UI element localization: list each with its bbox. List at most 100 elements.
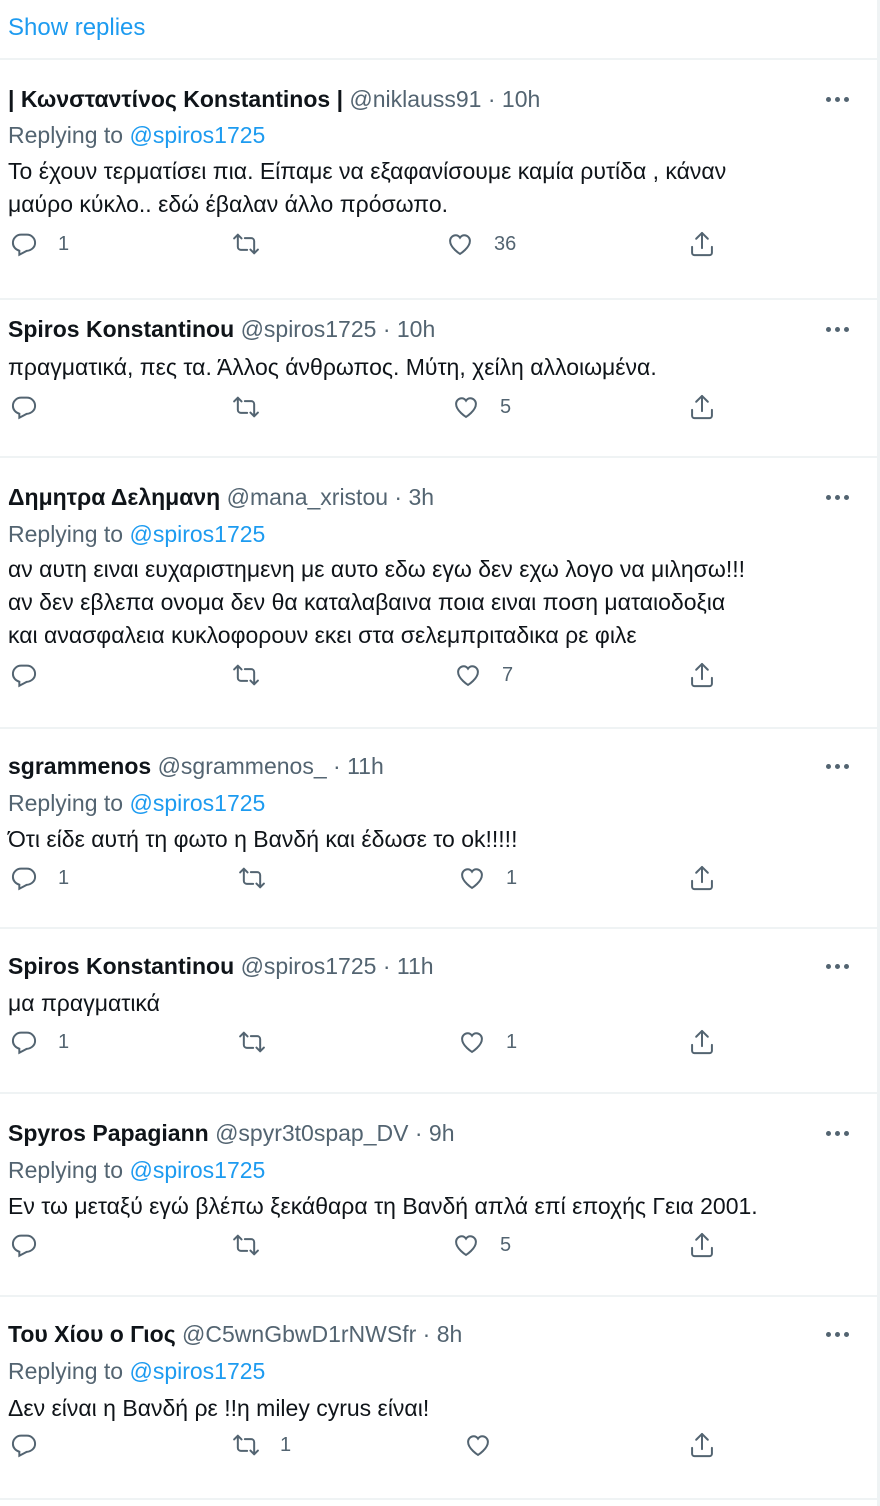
author-name[interactable]: Δημητρα Δελημανη [8, 484, 220, 510]
reply-button[interactable]: 1 [10, 1027, 69, 1057]
author-name[interactable]: Του Χίου ο Γιος [8, 1321, 176, 1347]
like-icon [452, 393, 480, 421]
tweet-time[interactable]: 11h [347, 753, 384, 779]
reply-button[interactable] [10, 1430, 58, 1460]
retweet-button[interactable]: 1 [232, 1430, 291, 1460]
reply-button[interactable]: 1 [10, 863, 69, 893]
author-handle[interactable]: @spiros1725 [241, 316, 377, 342]
author-name[interactable]: Spyros Papagiann [8, 1120, 209, 1146]
more-icon[interactable] [826, 482, 849, 512]
like-button[interactable]: 36 [446, 229, 516, 259]
mention-link[interactable]: @spiros1725 [129, 1358, 265, 1384]
retweet-button[interactable] [238, 1027, 286, 1057]
tweet-time[interactable]: 8h [437, 1321, 463, 1347]
reply-button[interactable] [10, 1230, 58, 1260]
reply-icon [10, 393, 38, 421]
retweet-icon [232, 1431, 260, 1459]
tweet-text-line: Δεν είναι η Βανδή ρε !!η miley cyrus είν… [8, 1395, 430, 1421]
reply-icon [10, 1431, 38, 1459]
share-button[interactable] [688, 1430, 716, 1460]
retweet-button[interactable] [232, 392, 280, 422]
retweet-button[interactable] [232, 1230, 280, 1260]
like-button[interactable]: 1 [458, 863, 517, 893]
share-button[interactable] [688, 1027, 716, 1057]
more-icon[interactable] [826, 1118, 849, 1148]
share-button[interactable] [688, 229, 716, 259]
tweet-header: | Κωνσταντίνος Konstantinos | @niklauss9… [8, 84, 540, 114]
tweet[interactable]: Δημητρα Δελημανη @mana_xristou · 3h Reply… [0, 458, 877, 729]
tweet-text: πραγματικά, πες τα. Άλλος άνθρωπος. Μύτη… [8, 351, 858, 384]
tweet[interactable]: Spyros Papagiann @spyr3t0spap_DV · 9h Rep… [0, 1094, 877, 1297]
like-button[interactable]: 5 [452, 392, 511, 422]
author-name[interactable]: | Κωνσταντίνος Konstantinos | [8, 86, 343, 112]
share-button[interactable] [688, 392, 716, 422]
tweet[interactable]: | Κωνσταντίνος Konstantinos | @niklauss9… [0, 60, 877, 300]
author-name[interactable]: Spiros Konstantinou [8, 316, 234, 342]
tweet-time[interactable]: 9h [429, 1120, 455, 1146]
author-handle[interactable]: @spyr3t0spap_DV [215, 1120, 408, 1146]
reply-button[interactable]: 1 [10, 229, 69, 259]
mention-link[interactable]: @spiros1725 [129, 122, 265, 148]
retweet-icon [238, 1028, 266, 1056]
tweet-text-line: Ότι είδε αυτή τη φωτο η Βανδή και έδωσε … [8, 826, 518, 852]
author-handle[interactable]: @C5wnGbwD1rNWSfr [182, 1321, 416, 1347]
more-icon[interactable] [826, 751, 849, 781]
more-icon[interactable] [826, 84, 849, 114]
tweet-time[interactable]: 3h [408, 484, 434, 510]
replying-prefix: Replying to [8, 1157, 124, 1183]
author-name[interactable]: Spiros Konstantinou [8, 953, 234, 979]
retweet-icon [232, 230, 260, 258]
tweet[interactable]: Spiros Konstantinou @spiros1725 · 11h μα … [0, 929, 877, 1094]
reply-button[interactable] [10, 660, 58, 690]
like-button[interactable]: 7 [454, 660, 513, 690]
tweet[interactable]: Του Χίου ο Γιος @C5wnGbwD1rNWSfr · 8h Rep… [0, 1297, 877, 1500]
more-icon[interactable] [826, 1319, 849, 1349]
replying-to: Replying to @spiros1725 [8, 1155, 265, 1185]
separator-dot: · [326, 753, 348, 779]
share-icon [688, 393, 716, 421]
divider [0, 1498, 877, 1500]
share-button[interactable] [688, 1230, 716, 1260]
tweet-header: Spyros Papagiann @spyr3t0spap_DV · 9h [8, 1118, 455, 1148]
author-handle[interactable]: @niklauss91 [349, 86, 481, 112]
reply-icon [10, 1231, 38, 1259]
share-button[interactable] [688, 863, 716, 893]
tweet[interactable]: Spiros Konstantinou @spiros1725 · 10h πρα… [0, 300, 877, 458]
reply-icon [10, 661, 38, 689]
mention-link[interactable]: @spiros1725 [129, 1157, 265, 1183]
like-button[interactable]: 5 [452, 1230, 511, 1260]
show-replies-link[interactable]: Show replies [8, 14, 145, 42]
more-icon[interactable] [826, 314, 849, 344]
author-name[interactable]: sgrammenos [8, 753, 151, 779]
author-handle[interactable]: @spiros1725 [241, 953, 377, 979]
reply-count: 1 [58, 232, 70, 255]
more-icon[interactable] [826, 951, 849, 981]
tweet-header: sgrammenos @sgrammenos_ · 11h [8, 751, 384, 781]
like-icon [458, 864, 486, 892]
replying-to: Replying to @spiros1725 [8, 1356, 265, 1386]
mention-link[interactable]: @spiros1725 [129, 521, 265, 547]
mention-link[interactable]: @spiros1725 [129, 790, 265, 816]
retweet-button[interactable] [232, 660, 280, 690]
share-button[interactable] [688, 660, 716, 690]
tweet-text-line: αν δεν εβλεπα ονομα δεν θα καταλαβαινα π… [8, 589, 726, 615]
reply-icon [10, 1028, 38, 1056]
like-button[interactable]: 1 [458, 1027, 517, 1057]
tweet[interactable]: sgrammenos @sgrammenos_ · 11h Replying to… [0, 729, 877, 929]
like-count: 36 [494, 232, 517, 255]
reply-icon [10, 864, 38, 892]
author-handle[interactable]: @sgrammenos_ [158, 753, 327, 779]
like-icon [454, 661, 482, 689]
tweet-text: μα πραγματικά [8, 987, 858, 1020]
tweet-time[interactable]: 10h [397, 316, 435, 342]
like-button[interactable] [464, 1430, 512, 1460]
author-handle[interactable]: @mana_xristou [227, 484, 388, 510]
retweet-button[interactable] [238, 863, 286, 893]
separator-dot: · [388, 484, 409, 510]
reply-button[interactable] [10, 392, 58, 422]
separator-dot: · [376, 953, 397, 979]
tweet-time[interactable]: 11h [397, 953, 434, 979]
replying-to: Replying to @spiros1725 [8, 120, 265, 150]
retweet-button[interactable] [232, 229, 280, 259]
tweet-time[interactable]: 10h [502, 86, 540, 112]
